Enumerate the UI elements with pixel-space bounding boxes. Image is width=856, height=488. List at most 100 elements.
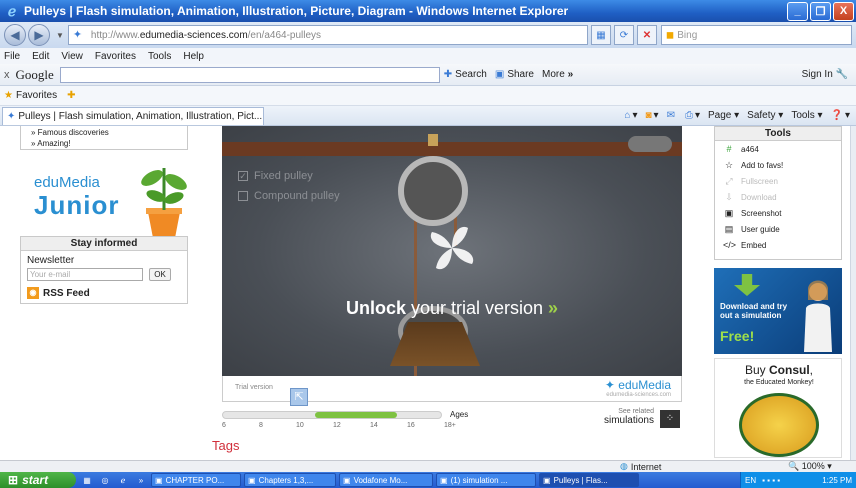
consul-text: Consul bbox=[769, 363, 810, 377]
tool-item[interactable]: ⤢ Fullscreen bbox=[715, 173, 841, 189]
buy-consul-ad[interactable]: Buy Consul, the Educated Monkey! bbox=[714, 358, 842, 458]
tool-item[interactable]: # a464 bbox=[715, 141, 841, 157]
link-famous-discoveries-label: Famous discoveries bbox=[37, 128, 109, 137]
quicklaunch-media-icon[interactable]: ◎ bbox=[98, 476, 112, 485]
option-compound-pulley[interactable]: Compound pulley bbox=[238, 190, 340, 202]
menu-help[interactable]: Help bbox=[183, 51, 204, 62]
security-zone[interactable]: ◍ Internet bbox=[620, 461, 661, 472]
quicklaunch-ie-icon[interactable]: ℯ bbox=[116, 476, 130, 485]
refresh-icon[interactable]: ⟳ bbox=[613, 25, 634, 45]
mail-icon: ✉ bbox=[666, 110, 675, 121]
compatibility-view-icon[interactable]: ▦ bbox=[590, 25, 611, 45]
related-simulations-link[interactable]: See related simulations bbox=[598, 408, 654, 426]
google-search-label: Search bbox=[455, 69, 487, 80]
link-famous-discoveries[interactable]: » Famous discoveries bbox=[31, 127, 187, 138]
back-button[interactable]: ◀ bbox=[4, 24, 26, 46]
rss-icon: ◉ bbox=[27, 287, 39, 299]
tool-icon: </> bbox=[723, 240, 737, 250]
taskbar-item[interactable]: ▣ Chapters 1,3,... bbox=[244, 473, 336, 487]
search-field[interactable]: ◼ Bing bbox=[660, 25, 852, 45]
tool-item[interactable]: ⇩ Download bbox=[715, 189, 841, 205]
menu-favorites[interactable]: Favorites bbox=[95, 51, 136, 62]
window-title-bar[interactable]: ℯ Pulleys | Flash simulation, Animation,… bbox=[0, 0, 856, 22]
unlock-trial-link[interactable]: Unlock your trial version » bbox=[222, 298, 682, 319]
simulation-controls[interactable] bbox=[628, 136, 672, 152]
link-amazing[interactable]: » Amazing! bbox=[31, 138, 187, 149]
url-field[interactable]: ✦ http://www. edumedia-sciences.com/en/a4… bbox=[67, 25, 588, 45]
mail-button[interactable]: ✉ bbox=[667, 110, 677, 121]
download-trial-ad[interactable]: Download and try out a simulation Free! bbox=[714, 268, 842, 354]
tool-icon: ▤ bbox=[724, 224, 734, 234]
expand-icon[interactable]: ⇱ bbox=[290, 388, 308, 406]
maximize-button[interactable]: ❐ bbox=[810, 1, 831, 21]
related-simulations-icon[interactable]: ⁘ bbox=[660, 410, 680, 428]
tools-menu[interactable]: Tools ▾ bbox=[791, 110, 822, 121]
simulation-canvas[interactable]: ✓ Fixed pulley Compound pulley Unlock yo… bbox=[222, 126, 682, 376]
close-button[interactable]: X bbox=[833, 1, 854, 21]
option-fixed-pulley[interactable]: ✓ Fixed pulley bbox=[238, 170, 313, 182]
google-search-button[interactable]: ✚ Search bbox=[444, 69, 487, 80]
favorites-button[interactable]: Favorites bbox=[16, 90, 57, 101]
page-content: » Famous discoveries » Amazing! eduMedia… bbox=[0, 126, 850, 464]
tool-item[interactable]: ▤ User guide bbox=[715, 221, 841, 237]
tab-pulleys[interactable]: ✦ Pulleys | Flash simulation, Animation,… bbox=[2, 106, 264, 125]
page-menu[interactable]: Page ▾ bbox=[708, 110, 739, 121]
safety-menu[interactable]: Safety ▾ bbox=[747, 110, 783, 121]
minimize-button[interactable]: _ bbox=[787, 1, 808, 21]
sign-in-button[interactable]: Sign In 🔧 bbox=[802, 69, 848, 80]
download-arrow-icon bbox=[734, 274, 760, 296]
buy-text: Buy bbox=[744, 363, 769, 377]
windows-taskbar: ⊞ start ▦ ◎ ℯ » ▣ CHAPTER PO... ▣ Chapters … bbox=[0, 472, 856, 488]
more-button[interactable]: More » bbox=[542, 69, 573, 80]
start-button[interactable]: ⊞ start bbox=[0, 472, 76, 488]
feeds-button[interactable]: ◙ ▾ bbox=[646, 110, 659, 121]
home-button[interactable]: ⌂ ▾ bbox=[624, 110, 637, 121]
share-button[interactable]: ▣ Share bbox=[495, 69, 534, 80]
menu-file[interactable]: File bbox=[4, 51, 20, 62]
print-button[interactable]: ⎙ ▾ bbox=[685, 110, 700, 121]
tool-item[interactable]: ☆ Add to favs! bbox=[715, 157, 841, 173]
checkbox-compound-pulley[interactable] bbox=[238, 191, 248, 201]
taskbar-item[interactable]: ▣ CHAPTER PO... bbox=[151, 473, 241, 487]
search-placeholder: Bing bbox=[677, 29, 698, 41]
recent-pages-dropdown[interactable]: ▼ bbox=[56, 31, 64, 40]
tool-item[interactable]: ▣ Screenshot bbox=[715, 205, 841, 221]
tool-item[interactable]: </> Embed bbox=[715, 237, 841, 253]
zoom-level[interactable]: 🔍 100% ▾ bbox=[788, 461, 832, 472]
stop-icon[interactable]: ✕ bbox=[636, 25, 657, 45]
tray-icons[interactable]: ▪ ▪ ▪ ▪ bbox=[762, 476, 780, 485]
home-icon: ⌂ bbox=[624, 110, 631, 121]
rss-feed-link[interactable]: ◉ RSS Feed bbox=[21, 283, 187, 303]
tab-bar: ✦ Pulleys | Flash simulation, Animation,… bbox=[0, 106, 856, 126]
taskbar-item[interactable]: ▣ Vodafone Mo... bbox=[339, 473, 433, 487]
edumedia-junior-logo[interactable]: eduMedia Junior bbox=[30, 160, 190, 248]
edumedia-logo[interactable]: ✦ eduMedia bbox=[605, 378, 671, 392]
taskbar-item[interactable]: ▣ (1) simulation ... bbox=[436, 473, 536, 487]
ok-button[interactable]: OK bbox=[149, 268, 171, 281]
age-tick: 18+ bbox=[444, 422, 456, 429]
email-field[interactable]: Your e-mail bbox=[27, 268, 143, 281]
clock: 1:25 PM bbox=[822, 475, 852, 485]
buy-consul-text: Buy Consul, bbox=[715, 363, 843, 377]
google-search-input[interactable] bbox=[59, 66, 440, 83]
rss-feed-label: RSS Feed bbox=[43, 287, 90, 299]
menu-edit[interactable]: Edit bbox=[32, 51, 49, 62]
internet-explorer-icon: ℯ bbox=[7, 3, 17, 19]
task-list: ▣ CHAPTER PO... ▣ Chapters 1,3,... ▣ Vodafone… bbox=[148, 473, 639, 487]
quicklaunch-more-icon[interactable]: » bbox=[134, 476, 148, 485]
trial-version-label: Trial version bbox=[235, 384, 273, 391]
language-indicator[interactable]: EN bbox=[745, 476, 756, 485]
tools-panel: Tools # a464 ☆ Add to favs! ⤢ Fullscreen ⇩ Down… bbox=[714, 126, 842, 260]
edumedia-logo-text: eduMedia bbox=[618, 378, 671, 392]
vertical-scrollbar[interactable] bbox=[850, 126, 856, 464]
quicklaunch-desktop-icon[interactable]: ▦ bbox=[80, 476, 94, 485]
tool-label: Embed bbox=[741, 240, 767, 250]
taskbar-item[interactable]: ▣ Pulleys | Flas... bbox=[539, 473, 639, 487]
forward-button[interactable]: ▶ bbox=[28, 24, 50, 46]
checkbox-fixed-pulley[interactable]: ✓ bbox=[238, 171, 248, 181]
help-button[interactable]: ❓ ▾ bbox=[831, 110, 850, 121]
menu-tools[interactable]: Tools bbox=[148, 51, 171, 62]
close-toolbar-button[interactable]: x bbox=[4, 69, 10, 81]
menu-view[interactable]: View bbox=[61, 51, 83, 62]
add-favorite-icon[interactable]: ✚ bbox=[67, 90, 75, 101]
